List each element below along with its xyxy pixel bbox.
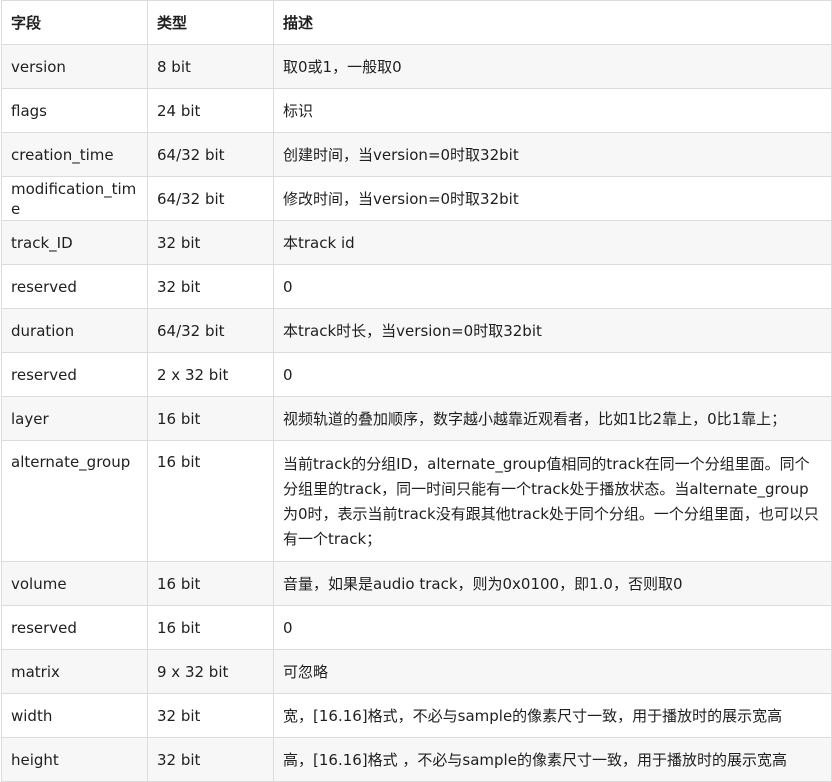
cell-field: height — [1, 737, 148, 782]
cell-type: 8 bit — [147, 44, 274, 89]
cell-field: flags — [1, 88, 148, 133]
table-row: layer 16 bit 视频轨道的叠加顺序，数字越小越靠近观看者，比如1比2靠… — [1, 396, 832, 441]
table-row: creation_time 64/32 bit 创建时间，当version=0时… — [1, 132, 832, 177]
cell-type: 2 x 32 bit — [147, 352, 274, 397]
cell-description: 当前track的分组ID，alternate_group值相同的track在同一… — [273, 440, 832, 562]
cell-description: 可忽略 — [273, 649, 832, 694]
table-row: track_ID 32 bit 本track id — [1, 220, 832, 265]
cell-type: 24 bit — [147, 88, 274, 133]
cell-description: 标识 — [273, 88, 832, 133]
cell-field: layer — [1, 396, 148, 441]
cell-field: matrix — [1, 649, 148, 694]
cell-type: 9 x 32 bit — [147, 649, 274, 694]
table-row: matrix 9 x 32 bit 可忽略 — [1, 649, 832, 694]
cell-description: 宽，[16.16]格式，不必与sample的像素尺寸一致，用于播放时的展示宽高 — [273, 693, 832, 738]
table-row: reserved 2 x 32 bit 0 — [1, 352, 832, 397]
cell-description: 创建时间，当version=0时取32bit — [273, 132, 832, 177]
field-table: 字段 类型 描述 version 8 bit 取0或1，一般取0 flags 2… — [1, 0, 832, 782]
cell-description: 高，[16.16]格式 ，不必与sample的像素尺寸一致，用于播放时的展示宽高 — [273, 737, 832, 782]
cell-description: 0 — [273, 352, 832, 397]
cell-type: 16 bit — [147, 440, 274, 562]
cell-type: 16 bit — [147, 396, 274, 441]
cell-description: 视频轨道的叠加顺序，数字越小越靠近观看者，比如1比2靠上，0比1靠上； — [273, 396, 832, 441]
cell-description: 音量，如果是audio track，则为0x0100，即1.0，否则取0 — [273, 561, 832, 606]
table-header-row: 字段 类型 描述 — [1, 0, 832, 45]
cell-description: 本track时长，当version=0时取32bit — [273, 308, 832, 353]
cell-field: track_ID — [1, 220, 148, 265]
cell-description: 本track id — [273, 220, 832, 265]
cell-field: alternate_group — [1, 440, 148, 562]
cell-type: 32 bit — [147, 693, 274, 738]
cell-type: 64/32 bit — [147, 308, 274, 353]
table-row: reserved 16 bit 0 — [1, 605, 832, 650]
cell-field: creation_time — [1, 132, 148, 177]
table-row: width 32 bit 宽，[16.16]格式，不必与sample的像素尺寸一… — [1, 693, 832, 738]
table-row: version 8 bit 取0或1，一般取0 — [1, 44, 832, 89]
cell-type: 32 bit — [147, 737, 274, 782]
cell-description: 0 — [273, 264, 832, 309]
header-description: 描述 — [273, 0, 832, 45]
table-row: modification_time 64/32 bit 修改时间，当versio… — [1, 176, 832, 221]
table-row: height 32 bit 高，[16.16]格式 ，不必与sample的像素尺… — [1, 737, 832, 782]
cell-field: width — [1, 693, 148, 738]
header-field: 字段 — [1, 0, 148, 45]
cell-description: 取0或1，一般取0 — [273, 44, 832, 89]
cell-field: volume — [1, 561, 148, 606]
cell-description: 修改时间，当version=0时取32bit — [273, 176, 832, 221]
cell-field: reserved — [1, 264, 148, 309]
cell-type: 16 bit — [147, 561, 274, 606]
table-row: flags 24 bit 标识 — [1, 88, 832, 133]
table-row: reserved 32 bit 0 — [1, 264, 832, 309]
cell-description: 0 — [273, 605, 832, 650]
table-row: volume 16 bit 音量，如果是audio track，则为0x0100… — [1, 561, 832, 606]
cell-field: modification_time — [1, 176, 148, 221]
cell-type: 16 bit — [147, 605, 274, 650]
cell-type: 64/32 bit — [147, 176, 274, 221]
cell-type: 32 bit — [147, 264, 274, 309]
cell-type: 32 bit — [147, 220, 274, 265]
cell-field: reserved — [1, 352, 148, 397]
cell-type: 64/32 bit — [147, 132, 274, 177]
cell-field: reserved — [1, 605, 148, 650]
cell-field: duration — [1, 308, 148, 353]
table-row: duration 64/32 bit 本track时长，当version=0时取… — [1, 308, 832, 353]
cell-field: version — [1, 44, 148, 89]
table-row: alternate_group 16 bit 当前track的分组ID，alte… — [1, 440, 832, 562]
header-type: 类型 — [147, 0, 274, 45]
